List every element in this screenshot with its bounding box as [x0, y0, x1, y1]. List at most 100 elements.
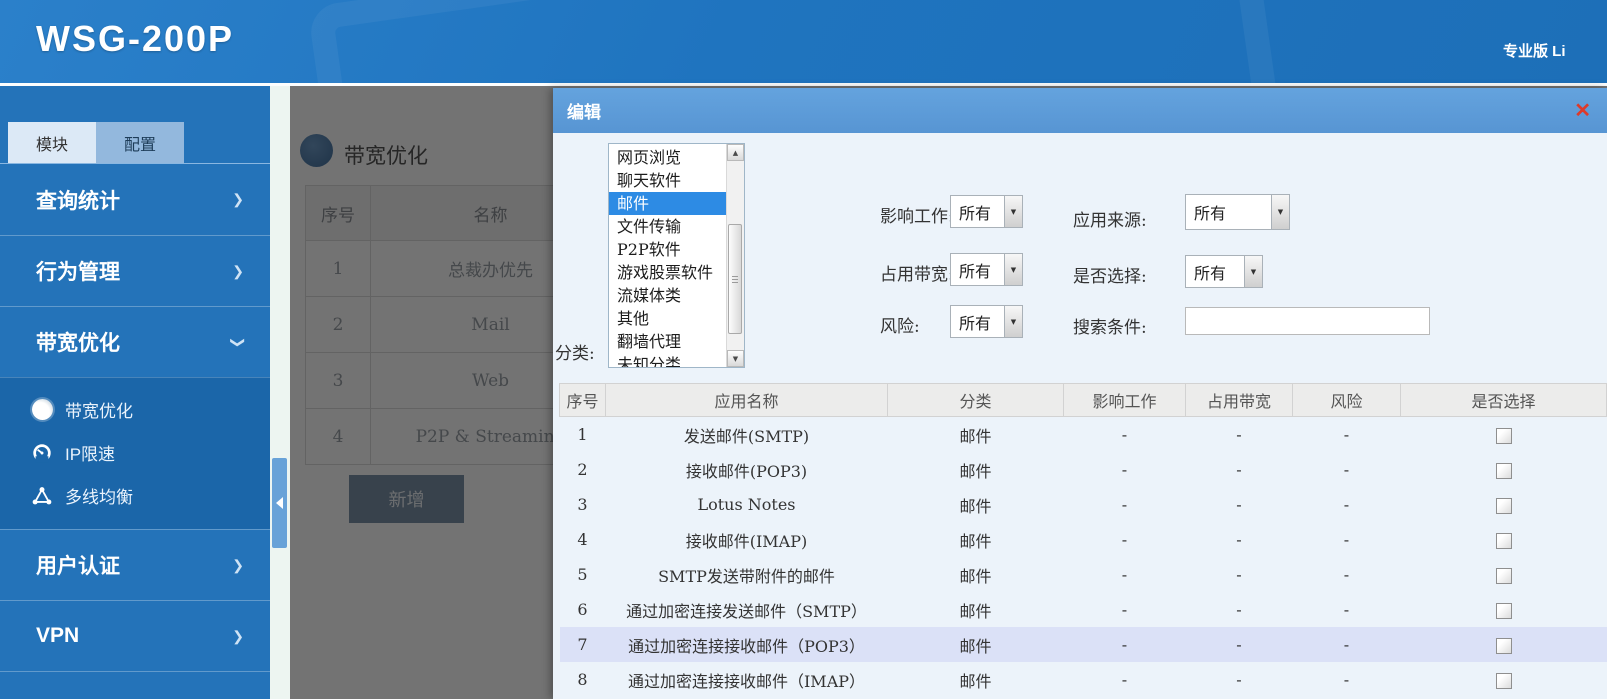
cell-select — [1401, 452, 1607, 487]
search-input[interactable] — [1185, 307, 1430, 335]
close-icon[interactable]: ✕ — [1574, 101, 1591, 121]
submenu-item-label: 带宽优化 — [65, 397, 133, 422]
column-header: 应用名称 — [606, 384, 888, 417]
list-item[interactable]: 流媒体类 — [609, 284, 727, 307]
cell-select — [1401, 592, 1607, 627]
cell-no: 8 — [560, 662, 606, 697]
cell-select — [1401, 487, 1607, 522]
table-row[interactable]: 3 Lotus Notes 邮件 - - - — [560, 487, 1607, 522]
sidebar-item-vpn[interactable]: VPN ❯ — [0, 600, 270, 671]
cell-category: 邮件 — [888, 522, 1064, 557]
dialog-header: 编辑 ✕ — [553, 88, 1607, 133]
cell-risk: - — [1293, 522, 1401, 557]
page: WSG-200P 专业版 Li 模块 配置 查询统计 ❯ 行为管理 ❯ 带宽优化… — [0, 0, 1607, 699]
tab-modules[interactable]: 模块 — [8, 122, 96, 163]
cell-risk: - — [1293, 452, 1401, 487]
dropdown-value: 所有 — [1186, 256, 1244, 287]
cell-select — [1401, 417, 1607, 453]
column-header: 是否选择 — [1401, 384, 1607, 417]
row-checkbox[interactable] — [1496, 603, 1512, 619]
cell-no: 1 — [560, 417, 606, 453]
cell-category: 邮件 — [888, 557, 1064, 592]
cell-bandwidth: - — [1186, 417, 1293, 453]
list-item[interactable]: 聊天软件 — [609, 169, 727, 192]
list-item[interactable]: 翻墙代理 — [609, 330, 727, 353]
submenu-item-ip-limit[interactable]: IP限速 — [0, 431, 270, 474]
filter-risk-label: 风险: — [880, 312, 920, 337]
scrollbar-thumb[interactable] — [728, 224, 742, 334]
row-checkbox[interactable] — [1496, 498, 1512, 514]
cell-bandwidth: - — [1186, 592, 1293, 627]
list-item[interactable]: 游戏股票软件 — [609, 261, 727, 284]
list-item[interactable]: 邮件 — [609, 192, 727, 215]
column-header: 占用带宽 — [1186, 384, 1293, 417]
filter-work-dropdown[interactable]: 所有 ▼ — [950, 195, 1023, 228]
sidebar-item-label: VPN — [36, 624, 79, 648]
filter-source-dropdown[interactable]: 所有 ▼ — [1185, 194, 1290, 230]
row-checkbox[interactable] — [1496, 673, 1512, 689]
table-row[interactable]: 6 通过加密连接发送邮件（SMTP） 邮件 - - - — [560, 592, 1607, 627]
cell-bandwidth: - — [1186, 487, 1293, 522]
row-checkbox[interactable] — [1496, 568, 1512, 584]
cell-category: 邮件 — [888, 487, 1064, 522]
sidebar-item-label: 行为管理 — [36, 256, 120, 286]
cell-app-name: 发送邮件(SMTP) — [606, 417, 888, 453]
scroll-down-icon[interactable]: ▼ — [727, 350, 744, 367]
dropdown-arrow-icon: ▼ — [1004, 196, 1022, 227]
collapse-arrow-icon — [276, 497, 283, 509]
edit-dialog: 编辑 ✕ 分类: 网页浏览 聊天软件 邮件 文件传输 P2P软件 — [553, 88, 1607, 699]
cell-no: 2 — [560, 452, 606, 487]
table-row[interactable]: 2 接收邮件(POP3) 邮件 - - - — [560, 452, 1607, 487]
sidebar-item-bandwidth-opt[interactable]: 带宽优化 ❯ — [0, 306, 270, 377]
row-checkbox[interactable] — [1496, 463, 1512, 479]
sidebar-collapse-handle[interactable] — [272, 458, 287, 548]
submenu-item-bandwidth-opt[interactable]: 带宽优化 — [0, 388, 270, 431]
cell-risk: - — [1293, 417, 1401, 453]
dropdown-arrow-icon: ▼ — [1004, 306, 1022, 337]
sidebar-item-label: 带宽优化 — [36, 327, 120, 357]
filter-bandwidth-label: 占用带宽: — [880, 260, 954, 285]
list-item[interactable]: 文件传输 — [609, 215, 727, 238]
column-header: 序号 — [560, 384, 606, 417]
cell-work: - — [1064, 452, 1186, 487]
table-row[interactable]: 5 SMTP发送带附件的邮件 邮件 - - - — [560, 557, 1607, 592]
list-item[interactable]: 网页浏览 — [609, 146, 727, 169]
row-checkbox[interactable] — [1496, 428, 1512, 444]
cell-app-name: 接收邮件(POP3) — [606, 452, 888, 487]
table-row[interactable]: 4 接收邮件(IMAP) 邮件 - - - — [560, 522, 1607, 557]
table-row[interactable]: 8 通过加密连接接收邮件（IMAP） 邮件 - - - — [560, 662, 1607, 697]
chevron-right-icon: ❯ — [232, 263, 244, 280]
dialog-title: 编辑 — [567, 98, 601, 123]
sidebar: 模块 配置 查询统计 ❯ 行为管理 ❯ 带宽优化 ❯ 带宽优化 — [0, 86, 270, 699]
listbox-scrollbar[interactable]: ▲ ▼ — [726, 144, 744, 367]
list-item[interactable]: P2P软件 — [609, 238, 727, 261]
submenu-item-multiline-balance[interactable]: 多线均衡 — [0, 474, 270, 517]
scroll-up-icon[interactable]: ▲ — [727, 144, 744, 161]
sidebar-item-behavior-mgmt[interactable]: 行为管理 ❯ — [0, 235, 270, 306]
submenu-item-label: 多线均衡 — [65, 483, 133, 508]
filter-chosen-dropdown[interactable]: 所有 ▼ — [1185, 255, 1263, 288]
cell-category: 邮件 — [888, 627, 1064, 662]
cell-risk: - — [1293, 557, 1401, 592]
cell-no: 4 — [560, 522, 606, 557]
row-checkbox[interactable] — [1496, 533, 1512, 549]
sphere-icon — [30, 398, 54, 422]
sidebar-item-user-auth[interactable]: 用户认证 ❯ — [0, 529, 270, 600]
list-item[interactable]: 未知分类 — [609, 353, 727, 368]
table-row[interactable]: 1 发送邮件(SMTP) 邮件 - - - — [560, 417, 1607, 453]
filter-risk-dropdown[interactable]: 所有 ▼ — [950, 305, 1023, 338]
cell-category: 邮件 — [888, 592, 1064, 627]
sidebar-item-query-stats[interactable]: 查询统计 ❯ — [0, 164, 270, 235]
triangle-network-icon — [30, 484, 54, 508]
filter-bandwidth-dropdown[interactable]: 所有 ▼ — [950, 253, 1023, 286]
dropdown-value: 所有 — [951, 196, 1004, 227]
category-label: 分类: — [555, 339, 595, 364]
row-checkbox[interactable] — [1496, 638, 1512, 654]
category-listbox[interactable]: 网页浏览 聊天软件 邮件 文件传输 P2P软件 游戏股票软件 流媒体类 其他 — [608, 143, 745, 368]
list-item[interactable]: 其他 — [609, 307, 727, 330]
cell-work: - — [1064, 522, 1186, 557]
tab-config[interactable]: 配置 — [96, 122, 184, 163]
cell-no: 6 — [560, 592, 606, 627]
table-row[interactable]: 7 通过加密连接接收邮件（POP3） 邮件 - - - — [560, 627, 1607, 662]
cell-app-name: 通过加密连接接收邮件（IMAP） — [606, 662, 888, 697]
